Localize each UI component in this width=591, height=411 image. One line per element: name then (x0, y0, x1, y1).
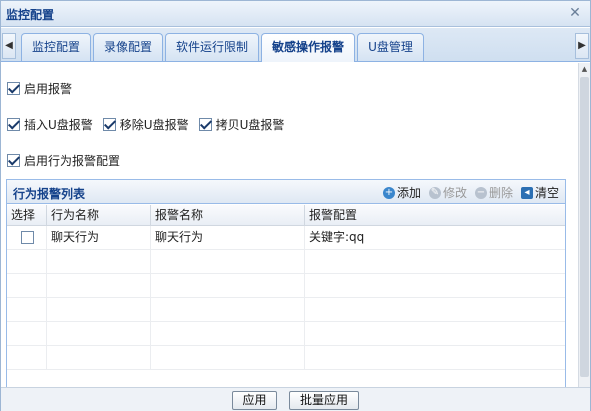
enable-alarm-label: 启用报警 (24, 82, 73, 96)
tab-scroll-left-icon[interactable]: ◀ (2, 33, 16, 59)
tab-monitor-config[interactable]: 监控配置 (21, 33, 92, 61)
clear-icon: ◂ (520, 186, 533, 199)
enable-behavior-checkbox[interactable] (7, 154, 20, 167)
empty-cell (47, 346, 151, 370)
behavior-name-cell: 聊天行为 (47, 226, 151, 250)
add-button[interactable]: + 添加 (382, 184, 421, 201)
empty-row (7, 322, 565, 346)
apply-button[interactable]: 应用 (232, 391, 277, 410)
row-select-cell (7, 226, 47, 250)
usb-alarm-row: 插入U盘报警 移除U盘报警 拷贝U盘报警 (7, 116, 294, 133)
empty-row (7, 250, 565, 274)
grid-header: 选择 行为名称 报警名称 报警配置 (7, 205, 565, 226)
empty-cell (151, 346, 305, 370)
alarm-name-cell: 聊天行为 (151, 226, 305, 250)
remove-usb-checkbox[interactable] (102, 118, 116, 131)
empty-row (7, 298, 565, 322)
insert-usb-checkbox[interactable] (7, 118, 20, 131)
footer-bar: 应用 批量应用 (1, 387, 590, 411)
empty-cell (151, 274, 305, 298)
empty-row (7, 346, 565, 370)
empty-cell (7, 346, 47, 370)
empty-cell (47, 250, 151, 274)
remove-usb-label: 移除U盘报警 (119, 118, 189, 132)
column-alarm-config[interactable]: 报警配置 (305, 205, 565, 226)
tab-recording-config[interactable]: 录像配置 (93, 33, 164, 61)
empty-cell (305, 250, 565, 274)
delete-icon: − (474, 186, 487, 199)
edit-icon: ✎ (428, 186, 441, 199)
empty-cell (305, 322, 565, 346)
empty-cell (47, 274, 151, 298)
tab-scroll-right-icon[interactable]: ▶ (575, 33, 589, 59)
edit-label: 修改 (442, 186, 467, 200)
add-label: 添加 (396, 186, 421, 200)
table-row[interactable]: 聊天行为 聊天行为 关键字:qq (7, 226, 565, 250)
insert-usb-label: 插入U盘报警 (24, 118, 93, 132)
copy-usb-label: 拷贝U盘报警 (215, 118, 285, 132)
delete-button[interactable]: − 删除 (474, 184, 513, 201)
clear-label: 清空 (534, 186, 559, 200)
alarm-config-cell: 关键字:qq (309, 230, 365, 244)
enable-alarm-row: 启用报警 (7, 80, 82, 97)
empty-cell (151, 250, 305, 274)
empty-cell (7, 322, 47, 346)
empty-cell (151, 298, 305, 322)
column-behavior-name[interactable]: 行为名称 (47, 205, 151, 226)
add-icon: + (382, 186, 395, 199)
enable-alarm-checkbox[interactable] (7, 82, 20, 95)
tab-strip: ◀ 监控配置 录像配置 软件运行限制 敏感操作报警 U盘管理 ▶ (1, 28, 590, 62)
empty-cell (305, 274, 565, 298)
empty-cell (305, 346, 565, 370)
behavior-alarm-panel: 行为报警列表 + 添加 ✎ 修改 − 删除 ◂ 清空 选择 行为名称 报警名称 … (6, 179, 566, 393)
panel-toolbar: + 添加 ✎ 修改 − 删除 ◂ 清空 (382, 184, 559, 201)
enable-behavior-label: 启用行为报警配置 (24, 154, 121, 168)
empty-row (7, 274, 565, 298)
edit-button[interactable]: ✎ 修改 (428, 184, 467, 201)
empty-cell (7, 274, 47, 298)
config-window: 监控配置 ✕ ◀ 监控配置 录像配置 软件运行限制 敏感操作报警 U盘管理 ▶ … (0, 0, 591, 411)
copy-usb-checkbox[interactable] (198, 118, 212, 131)
delete-label: 删除 (488, 186, 513, 200)
column-alarm-name[interactable]: 报警名称 (151, 205, 305, 226)
tab-sensitive-alarm[interactable]: 敏感操作报警 (261, 33, 356, 62)
scroll-up-icon[interactable]: ▲ (579, 63, 590, 75)
empty-cell (47, 298, 151, 322)
empty-cell (47, 322, 151, 346)
empty-cell (151, 322, 305, 346)
enable-behavior-row: 启用行为报警配置 (7, 152, 130, 169)
tab-list: 监控配置 录像配置 软件运行限制 敏感操作报警 U盘管理 (21, 33, 424, 62)
clear-button[interactable]: ◂ 清空 (520, 184, 559, 201)
tab-software-limit[interactable]: 软件运行限制 (165, 33, 260, 61)
close-icon[interactable]: ✕ (566, 4, 584, 22)
empty-cell (7, 298, 47, 322)
tab-usb-management[interactable]: U盘管理 (357, 33, 424, 61)
behavior-grid: 选择 行为名称 报警名称 报警配置 聊天行为 聊天行为 关键字:qq (7, 205, 565, 392)
empty-cell (7, 250, 47, 274)
empty-cell (305, 298, 565, 322)
panel-header: 行为报警列表 + 添加 ✎ 修改 − 删除 ◂ 清空 (7, 180, 565, 204)
column-select[interactable]: 选择 (7, 205, 47, 226)
panel-title: 行为报警列表 (13, 187, 86, 201)
row-select-checkbox[interactable] (21, 231, 34, 244)
tab-content: 启用报警 插入U盘报警 移除U盘报警 拷贝U盘报警 启用行为报警配置 行为报警列… (1, 63, 578, 393)
scroll-thumb[interactable] (580, 77, 589, 377)
window-title: 监控配置 (6, 8, 55, 22)
batch-apply-button[interactable]: 批量应用 (289, 391, 359, 410)
title-bar: 监控配置 ✕ (1, 1, 590, 27)
vertical-scrollbar[interactable]: ▲ (578, 63, 590, 387)
